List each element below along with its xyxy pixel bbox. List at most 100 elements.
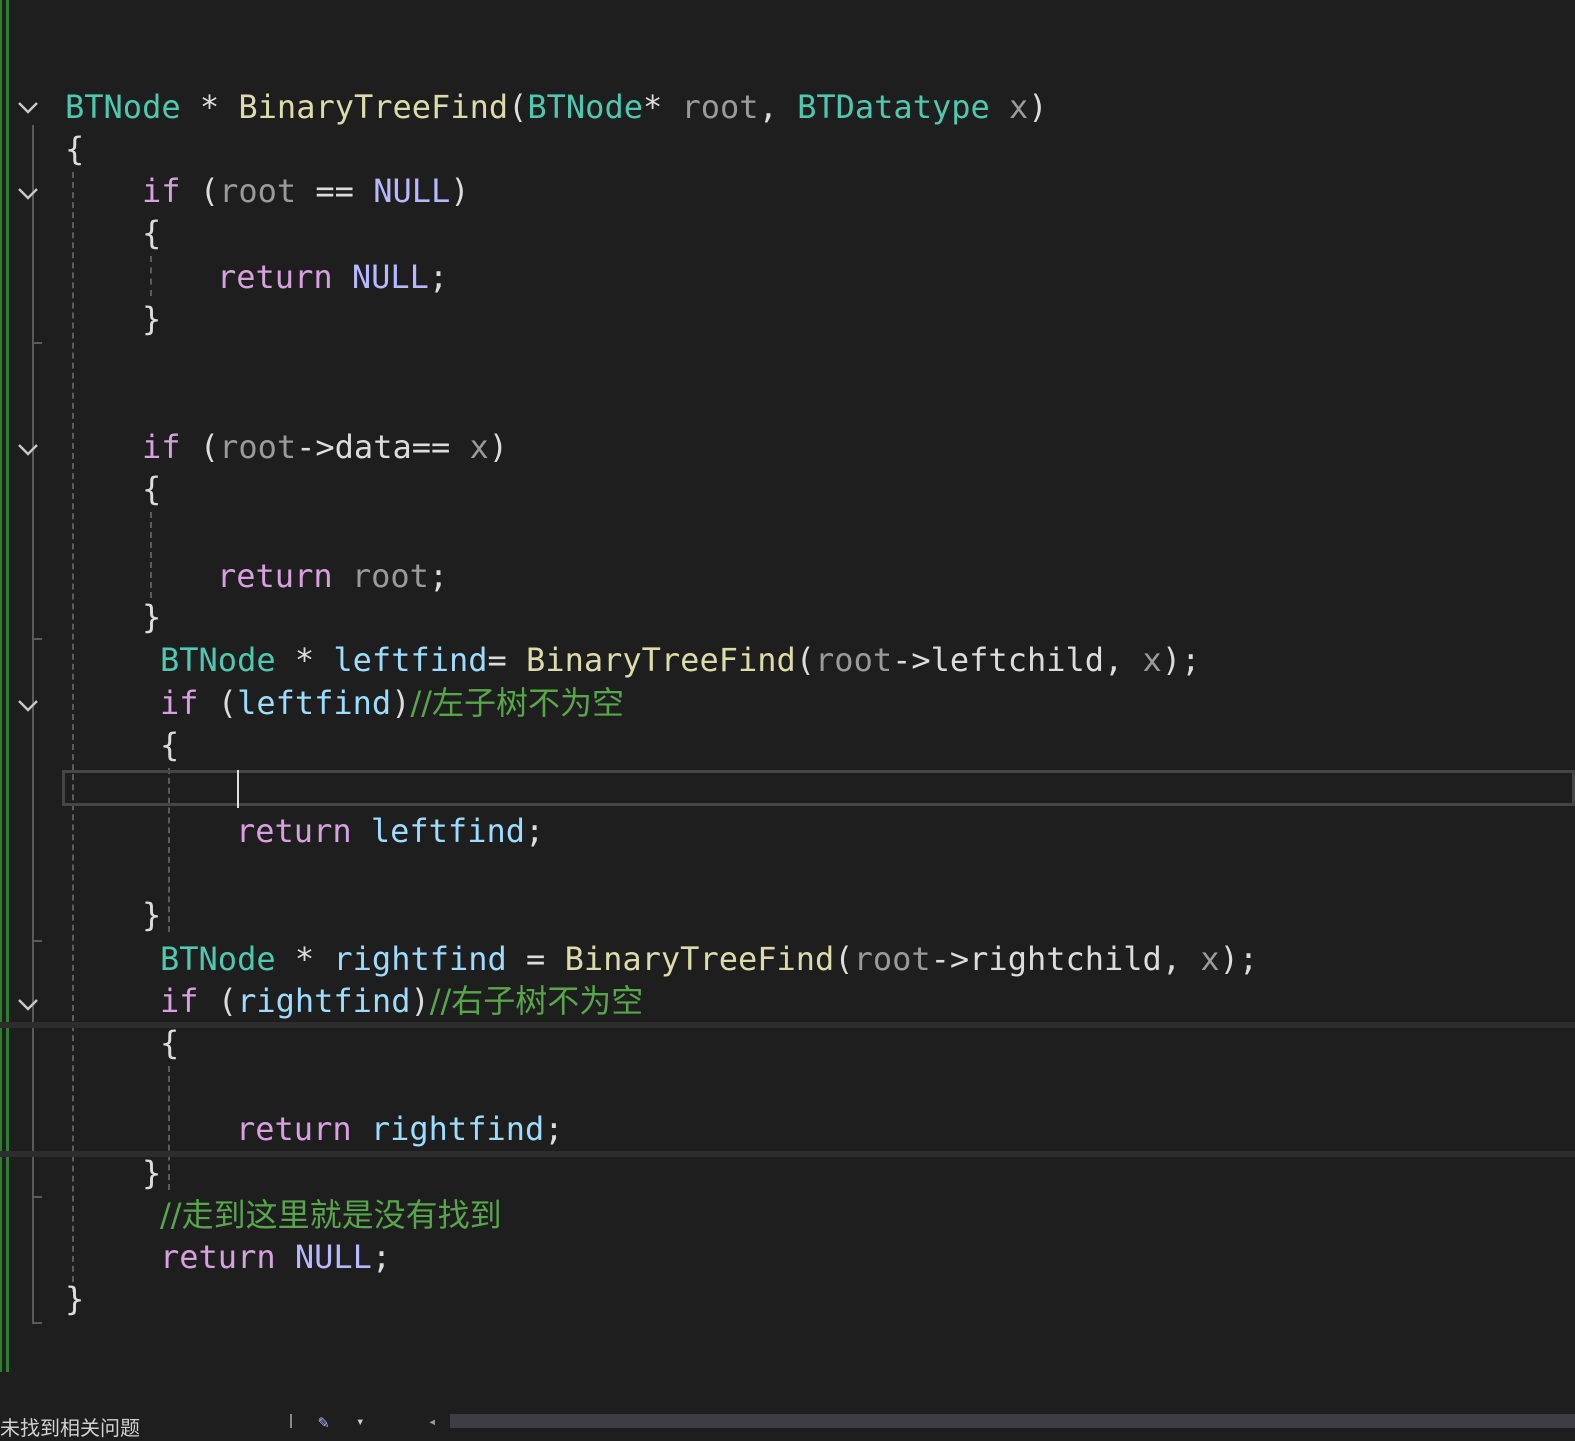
code-line[interactable]: if (root == NULL) <box>142 170 470 212</box>
code-token: root <box>219 172 297 210</box>
code-token: { <box>160 726 180 764</box>
code-token: -> <box>892 641 931 679</box>
code-token: if <box>142 428 181 466</box>
code-line[interactable]: } <box>65 1278 84 1320</box>
brush-icon[interactable]: ✎ <box>318 1412 329 1433</box>
code-token: data <box>334 428 412 466</box>
code-token: , <box>758 88 798 126</box>
code-line[interactable]: { <box>142 468 161 510</box>
code-token: ) <box>410 982 430 1020</box>
code-token: ) <box>488 428 509 466</box>
collapse-function-chevron-icon[interactable] <box>16 95 40 119</box>
code-token: rightfind <box>333 940 507 978</box>
sticky-separator <box>0 1022 1575 1028</box>
code-token: ) <box>391 684 411 722</box>
code-token: x <box>1009 88 1029 126</box>
code-token: ; <box>371 1238 392 1276</box>
change-tracking-bar <box>0 0 9 1372</box>
code-token: rightfind <box>370 1110 545 1148</box>
code-line[interactable]: } <box>142 1152 161 1194</box>
code-token: } <box>142 598 162 636</box>
code-token: return <box>217 258 333 296</box>
code-line[interactable]: { <box>65 128 84 170</box>
code-token: -> <box>930 940 970 978</box>
issues-status-text[interactable]: 未找到相关问题 <box>0 1412 140 1441</box>
code-token: NULL <box>351 258 429 296</box>
code-token: leftfind <box>370 812 525 850</box>
code-token: -> <box>296 428 335 466</box>
code-token: ( <box>198 684 238 722</box>
code-line[interactable]: BTNode * rightfind = BinaryTreeFind(root… <box>160 938 1258 980</box>
code-token: rightchild <box>969 940 1162 978</box>
code-token: root <box>351 557 429 595</box>
code-token: BinaryTreeFind <box>564 940 835 978</box>
code-token: return <box>236 812 352 850</box>
code-line[interactable]: { <box>160 724 179 766</box>
collapse-if-null-chevron-icon[interactable] <box>16 181 40 205</box>
code-token: ( <box>180 428 220 466</box>
code-token: leftfind <box>237 684 392 722</box>
code-token: = <box>487 641 527 679</box>
code-token: x <box>1142 641 1162 679</box>
collapse-if-data-chevron-icon[interactable] <box>16 437 40 461</box>
code-token: root <box>815 641 893 679</box>
code-token: * <box>642 88 682 126</box>
code-line[interactable]: { <box>160 1022 179 1064</box>
code-token: ); <box>1219 940 1259 978</box>
code-line[interactable]: return leftfind; <box>236 810 544 852</box>
code-token: if <box>160 982 199 1020</box>
code-token: = <box>506 940 565 978</box>
code-token: * <box>275 940 334 978</box>
code-token: return <box>217 557 333 595</box>
code-token: if <box>142 172 181 210</box>
code-line[interactable]: } <box>142 298 161 340</box>
code-line[interactable]: return NULL; <box>217 256 448 298</box>
code-line[interactable]: } <box>142 596 161 638</box>
indent-guide <box>150 256 152 296</box>
code-token: * <box>180 88 239 126</box>
code-line[interactable]: if (leftfind)//左子树不为空 <box>160 682 624 724</box>
code-token: } <box>65 1280 85 1318</box>
code-line[interactable]: return NULL; <box>160 1236 391 1278</box>
code-token: ; <box>524 812 545 850</box>
code-token: x <box>1200 940 1220 978</box>
code-token: * <box>275 641 334 679</box>
outlining-margin <box>12 0 52 1372</box>
code-line[interactable]: if (root->data== x) <box>142 426 508 468</box>
code-token: { <box>142 470 162 508</box>
code-token: return <box>160 1238 276 1276</box>
indent-guide <box>150 512 152 598</box>
code-token: ( <box>834 940 854 978</box>
code-token: } <box>142 300 162 338</box>
code-line[interactable]: { <box>142 212 161 254</box>
sticky-separator <box>0 1151 1575 1157</box>
code-line[interactable]: BTNode * BinaryTreeFind(BTNode* root, BT… <box>65 86 1048 128</box>
code-token: BinaryTreeFind <box>238 88 509 126</box>
code-token: ; <box>428 258 449 296</box>
code-token: { <box>160 1024 180 1062</box>
code-token: leftchild <box>930 641 1105 679</box>
code-line[interactable]: return rightfind; <box>236 1108 564 1150</box>
code-line[interactable]: BTNode * leftfind= BinaryTreeFind(root->… <box>160 639 1200 681</box>
code-token: x <box>469 428 489 466</box>
collapse-if-leftfind-chevron-icon[interactable] <box>16 693 40 717</box>
code-token: ( <box>198 982 238 1020</box>
code-token: } <box>142 1154 162 1192</box>
code-token: { <box>142 214 162 252</box>
horizontal-scrollbar[interactable] <box>450 1414 1575 1428</box>
code-comment: //左子树不为空 <box>410 684 625 722</box>
code-line[interactable]: if (rightfind)//右子树不为空 <box>160 980 643 1022</box>
code-token: if <box>160 684 199 722</box>
code-line[interactable]: //走到这里就是没有找到 <box>160 1194 502 1236</box>
code-token: leftfind <box>333 641 488 679</box>
collapse-if-rightfind-chevron-icon[interactable] <box>16 992 40 1016</box>
code-token: BTNode <box>527 88 643 126</box>
code-line[interactable]: } <box>142 894 161 936</box>
code-line[interactable]: return root; <box>217 555 448 597</box>
